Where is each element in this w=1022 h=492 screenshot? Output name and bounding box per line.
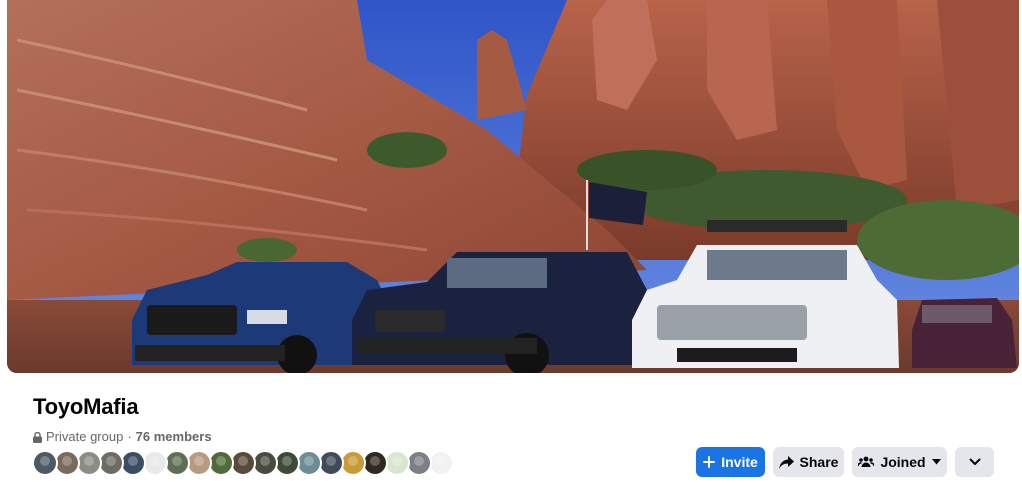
invite-button[interactable]: Invite: [696, 447, 765, 477]
caret-down-icon: [931, 459, 941, 465]
group-icon: [858, 456, 875, 467]
share-icon: [778, 455, 794, 469]
lock-icon: [33, 431, 42, 443]
joined-button[interactable]: Joined: [852, 447, 947, 477]
group-meta: Private group · 76 members: [33, 428, 212, 444]
joined-label: Joined: [880, 454, 926, 470]
share-button[interactable]: Share: [773, 447, 844, 477]
share-label: Share: [799, 454, 839, 470]
cover-photo[interactable]: [7, 0, 1019, 373]
meta-separator: ·: [127, 428, 132, 444]
members-count[interactable]: 76 members: [136, 429, 212, 444]
member-avatar[interactable]: [32, 450, 58, 476]
group-name[interactable]: ToyoMafia: [33, 394, 139, 420]
member-avatars: [32, 450, 454, 476]
invite-label: Invite: [721, 454, 758, 470]
chevron-down-icon: [969, 458, 980, 465]
privacy-label: Private group: [46, 428, 124, 444]
more-options-button[interactable]: [955, 447, 994, 477]
group-actions: Invite Share Joined: [696, 447, 994, 477]
plus-icon: [703, 456, 716, 468]
